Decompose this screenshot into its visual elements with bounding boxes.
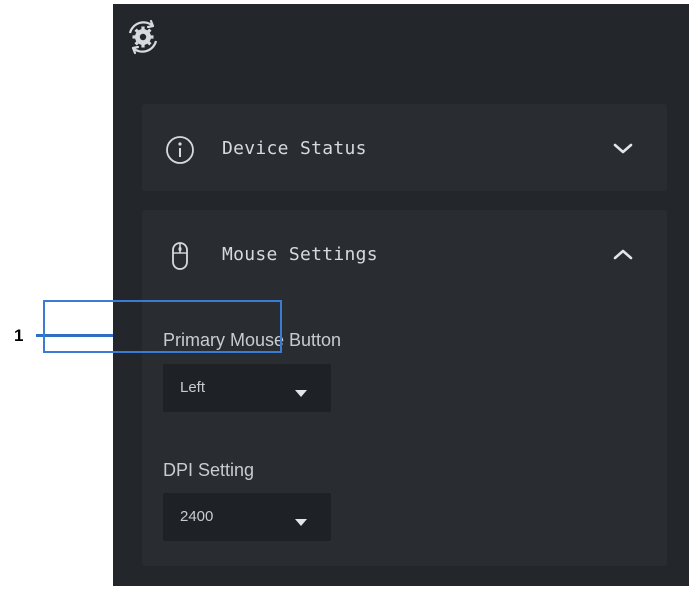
dpi-setting-label: DPI Setting [163,460,255,480]
device-status-title: Device Status [222,138,367,159]
callout-number: 1 [14,326,24,345]
mouse-settings-section: Mouse Settings Primary Mouse Button Left… [142,210,667,566]
callout-highlight-box [43,300,282,353]
info-circle-icon [164,134,196,166]
dpi-setting-dropdown[interactable]: 2400 [163,493,331,541]
device-status-header[interactable]: Device Status [142,104,667,191]
chevron-up-icon[interactable] [610,246,636,264]
gear-sync-icon[interactable] [124,18,162,56]
mouse-settings-header[interactable]: Mouse Settings [142,210,667,297]
app-window: Device Status Mouse Settings Primary Mou… [113,4,689,586]
primary-mouse-button-value: Left [180,379,206,396]
caret-down-icon [294,512,308,526]
caret-down-icon [294,383,308,397]
device-status-section: Device Status [142,104,667,191]
documentation-canvas: 1 Device Status Mouse Settings Primary M… [0,0,695,592]
chevron-down-icon[interactable] [610,140,636,158]
mouse-icon [164,240,196,272]
mouse-settings-title: Mouse Settings [222,244,378,265]
dpi-setting-value: 2400 [180,508,214,525]
primary-mouse-button-dropdown[interactable]: Left [163,364,331,412]
